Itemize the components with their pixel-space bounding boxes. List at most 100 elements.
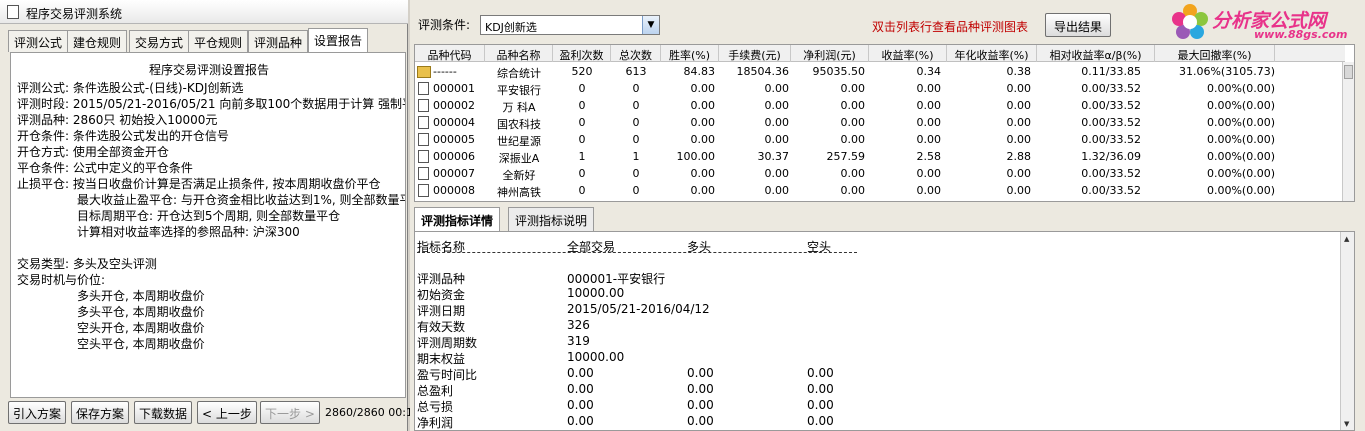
document-icon	[418, 184, 429, 197]
table-cell: 0.00	[1006, 167, 1032, 180]
detail-metric-value: 0.00	[687, 382, 714, 396]
tab-trade-mode[interactable]: 交易方式	[129, 30, 190, 52]
table-scrollbar[interactable]	[1342, 62, 1354, 201]
table-row[interactable]: 000005 世纪星源 0 0 0.00 0.00 0.00 0.00 0.00 0.00/33.…	[415, 131, 1345, 148]
app-icon	[7, 5, 19, 19]
detail-metric-name: 评测日期	[417, 304, 466, 318]
table-cell: 0.00	[690, 116, 716, 129]
tab-metric-details[interactable]: 评测指标详情	[414, 207, 501, 231]
table-row[interactable]: 000001 平安银行 0 0 0.00 0.00 0.00 0.00 0.00 0.00/33.…	[415, 80, 1345, 97]
column-header[interactable]: 收益率(%)	[869, 45, 947, 62]
table-cell: 深振业A	[498, 152, 540, 165]
settings-window: 程序交易评测系统 评测公式 建仓规则 交易方式 平仓规则 评测品种 设置报告 程…	[0, 0, 413, 431]
table-row[interactable]: 000006 深振业A 1 1 100.00 30.37 257.59 2.58 2.88 1.3…	[415, 148, 1345, 165]
detail-metric-value: 0.00	[807, 398, 834, 412]
table-cell: 0.00	[1006, 99, 1032, 112]
detail-metric-name: 初始资金	[417, 288, 466, 302]
detail-metric-value: 0.00	[687, 366, 714, 380]
table-cell: 0	[578, 99, 586, 112]
table-cell: 0.38	[1006, 65, 1032, 78]
tab-open-rules[interactable]: 建仓规则	[67, 30, 128, 52]
table-cell: 0	[632, 167, 640, 180]
column-header[interactable]: 品种名称	[485, 45, 553, 62]
table-cell: 257.59	[826, 150, 866, 163]
tab-metric-help[interactable]: 评测指标说明	[508, 207, 595, 231]
download-data-button[interactable]: 下载数据	[134, 401, 193, 424]
table-cell: 0.00	[916, 167, 942, 180]
scroll-thumb[interactable]	[1344, 65, 1353, 79]
table-cell: 0.00%(0.00)	[1206, 167, 1275, 180]
table-row[interactable]: 000008 神州高铁 0 0 0.00 0.00 0.00 0.00 0.00 0.00/33.…	[415, 182, 1345, 199]
column-header[interactable]: 总次数	[611, 45, 661, 62]
table-cell: 0.00	[840, 184, 866, 197]
table-cell: 万 科A	[502, 101, 536, 114]
progress-text: 2860/2860 00:1	[325, 406, 413, 419]
condition-value: KDJ创新选	[485, 21, 537, 34]
column-header[interactable]: 盈利次数	[553, 45, 611, 62]
tab-report[interactable]: 设置报告	[308, 28, 369, 53]
table-cell: 1.32/36.09	[1081, 150, 1141, 163]
table-cell: 000007	[433, 167, 475, 180]
table-cell: 000006	[433, 150, 475, 163]
next-step-button[interactable]: 下一步 >	[260, 401, 320, 424]
detail-metric-name: 评测周期数	[417, 336, 478, 350]
table-cell: 0	[632, 133, 640, 146]
table-cell: 0.00	[690, 82, 716, 95]
document-icon	[418, 167, 429, 180]
scroll-up-icon[interactable]: ▲	[1344, 235, 1349, 243]
table-cell: 0.00	[840, 99, 866, 112]
tab-formula[interactable]: 评测公式	[8, 30, 69, 52]
table-cell: 84.83	[683, 65, 716, 78]
table-cell: 000001	[433, 82, 475, 95]
chevron-down-icon[interactable]: ▼	[642, 16, 659, 34]
table-cell: 0	[578, 167, 586, 180]
table-row[interactable]: 000004 国农科技 0 0 0.00 0.00 0.00 0.00 0.00 0.00/33.…	[415, 114, 1345, 131]
save-plan-button[interactable]: 保存方案	[71, 401, 130, 424]
table-cell: 0	[578, 116, 586, 129]
table-cell: 0.00	[764, 167, 790, 180]
column-header[interactable]: 品种代码	[415, 45, 485, 62]
prev-step-button[interactable]: < 上一步	[197, 401, 257, 424]
column-header[interactable]: 年化收益率(%)	[947, 45, 1037, 62]
tab-instruments[interactable]: 评测品种	[248, 30, 309, 52]
table-cell: 000004	[433, 116, 475, 129]
import-plan-button[interactable]: 引入方案	[8, 401, 67, 424]
document-icon	[418, 82, 429, 95]
flower-logo-icon	[1172, 4, 1208, 40]
table-row[interactable]: ------ 综合统计 520 613 84.83 18504.36 95035.50 0.3…	[415, 63, 1345, 80]
table-cell: 0.00/33.52	[1081, 167, 1141, 180]
detail-metric-value: 0.00	[807, 382, 834, 396]
table-row[interactable]: 000007 全新好 0 0 0.00 0.00 0.00 0.00 0.00 0.00/33.5…	[415, 165, 1345, 182]
scroll-down-icon[interactable]: ▼	[1344, 420, 1349, 428]
table-cell: 0.00	[764, 116, 790, 129]
column-header[interactable]: 胜率(%)	[661, 45, 719, 62]
table-cell: 0.00	[764, 82, 790, 95]
export-button[interactable]: 导出结果	[1045, 13, 1111, 37]
table-cell: 0.00	[690, 167, 716, 180]
column-header[interactable]: 手续费(元)	[719, 45, 791, 62]
condition-label: 评测条件:	[418, 18, 471, 32]
tab-close-rules[interactable]: 平仓规则	[188, 30, 249, 52]
table-cell: ------	[433, 65, 457, 78]
column-header[interactable]: 最大回撤率(%)	[1155, 45, 1275, 62]
logo-site: www.88gs.com	[1254, 28, 1348, 41]
table-cell: 0	[578, 82, 586, 95]
table-cell: 1	[632, 150, 640, 163]
report-line: 评测时段: 2015/05/21-2016/05/21 向前多取100个数据用于…	[17, 97, 406, 111]
detail-scrollbar[interactable]: ▲ ▼	[1340, 232, 1354, 430]
detail-metric-name: 总盈利	[417, 384, 454, 398]
table-cell: 000005	[433, 133, 475, 146]
column-header[interactable]: 相对收益率α/β(%)	[1037, 45, 1155, 62]
table-cell: 0.00	[690, 184, 716, 197]
table-cell: 0.00	[764, 99, 790, 112]
table-row[interactable]: 000002 万 科A 0 0 0.00 0.00 0.00 0.00 0.00 0.00/33.…	[415, 97, 1345, 114]
table-cell: 520	[571, 65, 593, 78]
table-cell: 0.00	[916, 82, 942, 95]
condition-select[interactable]: KDJ创新选 ▼	[480, 15, 660, 35]
table-cell: 0.00	[1006, 116, 1032, 129]
report-line: 交易时机与价位:	[17, 273, 106, 287]
report-line: 止损平仓: 按当日收盘价计算是否满足止损条件, 按本周期收盘价平仓	[17, 177, 381, 191]
table-cell: 0	[632, 99, 640, 112]
column-header[interactable]: 净利润(元)	[791, 45, 869, 62]
table-cell: 平安银行	[497, 84, 541, 97]
